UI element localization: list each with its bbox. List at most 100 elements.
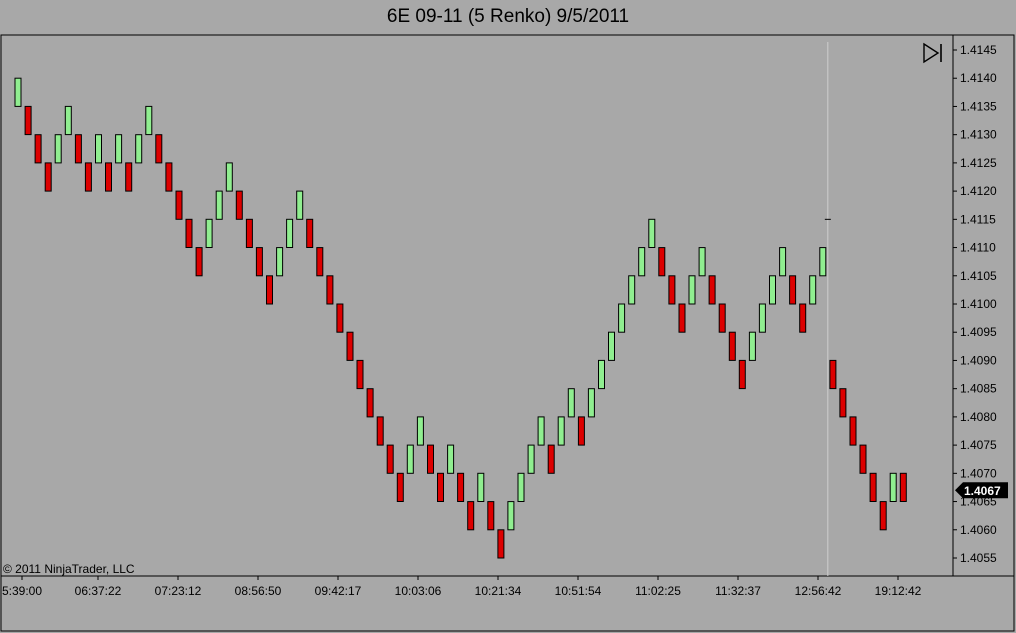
- renko-brick-down: [487, 501, 495, 531]
- renko-brick-down: [235, 190, 243, 220]
- renko-brick-down: [34, 134, 42, 164]
- price-tick-label: 1.4060: [960, 523, 997, 537]
- renko-brick-up: [608, 331, 615, 361]
- renko-brick-up: [507, 501, 515, 531]
- renko-bricks: [14, 77, 907, 559]
- renko-brick-up: [638, 247, 646, 277]
- renko-brick-up: [889, 472, 897, 502]
- price-tick-label: 1.4130: [960, 128, 997, 142]
- renko-brick-down: [155, 134, 163, 164]
- renko-brick-down: [175, 190, 183, 220]
- renko-brick-up: [819, 247, 827, 277]
- renko-brick-down: [165, 162, 173, 192]
- renko-brick-down: [738, 359, 746, 390]
- chart-frame: [0, 34, 1015, 632]
- time-tick-label: 11:32:37: [715, 584, 761, 598]
- renko-brick-up: [54, 134, 62, 164]
- renko-brick-down: [728, 331, 736, 361]
- copyright-notice: © 2011 NinjaTrader, LLC: [3, 562, 135, 576]
- last-price-marker: 1.4067: [955, 482, 1008, 499]
- renko-brick-down: [437, 472, 444, 502]
- renko-brick-up: [296, 190, 304, 220]
- time-tick-label: 12:56:42: [795, 584, 842, 598]
- time-tick-label: 08:56:50: [235, 584, 282, 598]
- price-tick-label: 1.4105: [960, 269, 997, 283]
- renko-brick-down: [356, 359, 364, 390]
- renko-brick-up: [14, 77, 22, 107]
- renko-brick-down: [396, 472, 404, 502]
- renko-brick-up: [809, 275, 817, 305]
- renko-brick-down: [125, 162, 133, 192]
- renko-brick-down: [306, 218, 314, 249]
- renko-brick-down: [44, 162, 52, 192]
- price-tick-label: 1.4125: [960, 156, 997, 170]
- renko-brick-up: [416, 416, 424, 446]
- time-tick-label: 10:03:06: [395, 584, 442, 598]
- renko-brick-down: [427, 444, 434, 474]
- time-tick-label: 09:42:17: [315, 584, 362, 598]
- renko-brick-up: [648, 218, 656, 249]
- renko-brick-down: [879, 501, 887, 531]
- price-tick-label: 1.4145: [960, 43, 997, 57]
- renko-brick-up: [115, 134, 123, 164]
- time-tick-label: 19:12:42: [875, 584, 922, 598]
- renko-brick-up: [517, 472, 525, 502]
- renko-brick-down: [457, 472, 465, 502]
- renko-brick-up: [145, 105, 153, 136]
- price-tick-label: 1.4080: [960, 410, 997, 424]
- renko-brick-down: [245, 218, 253, 249]
- renko-brick-down: [326, 275, 334, 305]
- price-tick-label: 1.4090: [960, 353, 997, 367]
- renko-brick-up: [527, 444, 535, 474]
- renko-brick-down: [547, 444, 555, 474]
- renko-brick-down: [74, 134, 82, 164]
- renko-chart[interactable]: 1.4145 1.4140 1.4135 1.4130 1.4125 1.4120 1.41…: [0, 0, 1016, 633]
- renko-brick-down: [346, 331, 354, 361]
- time-tick-label: 10:51:54: [555, 584, 602, 598]
- scroll-to-end-icon[interactable]: [920, 42, 944, 66]
- renko-brick-up: [779, 247, 787, 277]
- renko-brick-up: [135, 134, 143, 164]
- renko-brick-down: [577, 416, 585, 446]
- renko-brick-up: [406, 444, 414, 474]
- renko-brick-down: [849, 416, 857, 446]
- renko-brick-down: [266, 275, 273, 305]
- price-tick-label: 1.4135: [960, 99, 997, 113]
- renko-brick-up: [598, 359, 605, 390]
- renko-brick-up: [688, 275, 696, 305]
- renko-brick-down: [386, 444, 394, 474]
- renko-brick-up: [215, 190, 223, 220]
- renko-brick-up: [95, 134, 102, 164]
- renko-brick-up: [698, 247, 706, 277]
- renko-brick-down: [899, 472, 907, 502]
- renko-brick-down: [829, 359, 837, 390]
- renko-brick-down: [376, 416, 384, 446]
- renko-brick-down: [799, 303, 807, 333]
- renko-brick-up: [477, 472, 485, 502]
- time-tick-label: 07:23:12: [155, 584, 202, 598]
- renko-brick-down: [84, 162, 92, 192]
- renko-brick-down: [185, 218, 193, 249]
- price-tick-label: 1.4110: [960, 241, 996, 255]
- plot-area-border: [0, 34, 954, 577]
- time-tick-label: 06:37:22: [75, 584, 122, 598]
- renko-brick-down: [105, 162, 112, 192]
- renko-brick-up: [748, 331, 756, 361]
- price-tick-label: 1.4075: [960, 438, 997, 452]
- renko-brick-down: [24, 105, 32, 136]
- renko-brick-down: [336, 303, 344, 333]
- renko-brick-up: [769, 275, 776, 305]
- price-tick-label: 1.4100: [960, 297, 997, 311]
- renko-brick-down: [708, 275, 716, 305]
- renko-brick-up: [758, 303, 766, 333]
- time-tick-label: 5:39:00: [2, 584, 42, 598]
- renko-brick-up: [567, 388, 575, 418]
- renko-brick-down: [255, 247, 263, 277]
- renko-brick-down: [467, 501, 475, 531]
- renko-brick-up: [618, 303, 626, 333]
- renko-brick-up: [205, 218, 213, 249]
- renko-brick-up: [628, 275, 636, 305]
- price-tick-label: 1.4095: [960, 325, 997, 339]
- price-tick-label: 1.4115: [960, 212, 996, 226]
- session-break: [824, 42, 831, 576]
